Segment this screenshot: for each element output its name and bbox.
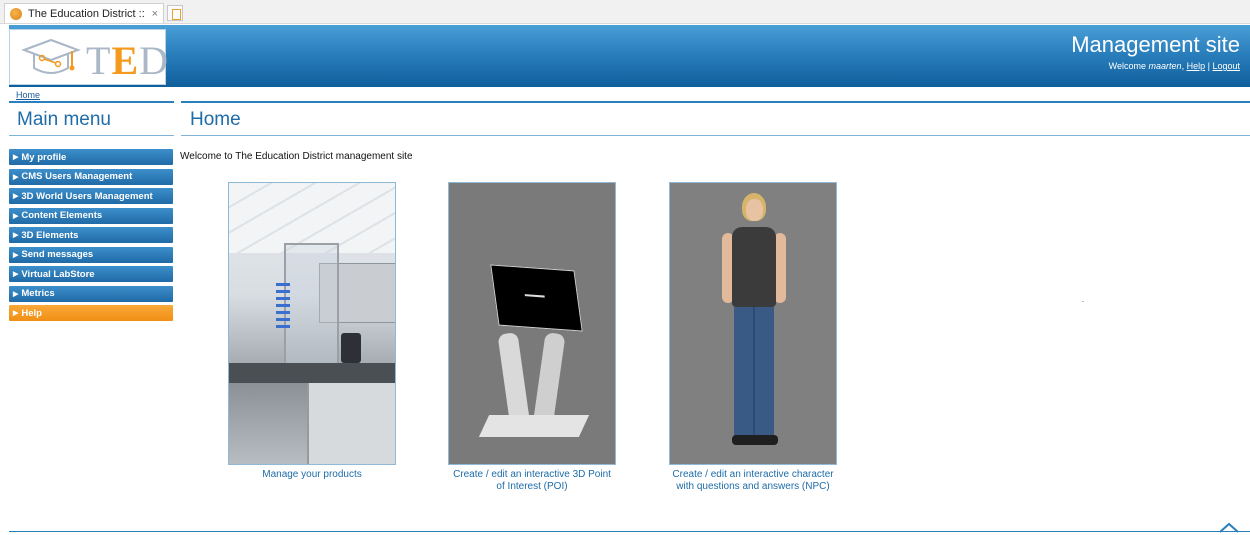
menu-item-metrics[interactable]: ▶ Metrics [9, 285, 173, 302]
menu-top-rule [9, 101, 174, 103]
card-caption[interactable]: Manage your products [228, 469, 396, 481]
site-header: TED Management site Welcome maarten, Hel… [9, 25, 1250, 87]
card-npc[interactable]: Create / edit an interactive character wi… [669, 182, 837, 493]
menu-item-send-messages[interactable]: ▶ Send messages [9, 246, 173, 263]
separator: | [1207, 61, 1210, 71]
menu-item-help[interactable]: ▶ Help [9, 305, 173, 321]
arrow-right-icon: ▶ [13, 290, 19, 298]
arrow-right-icon: ▶ [13, 271, 19, 278]
browser-tab[interactable]: The Education District :: Ma... × [4, 3, 164, 23]
menu-item-my-profile[interactable]: ▶ My profile [9, 149, 173, 165]
main-menu: ▶ My profile ▶ CMS Users Management ▶ 3D Wo… [9, 149, 173, 325]
ted-logo[interactable]: TED [9, 29, 170, 85]
arrow-right-icon: ▶ [13, 212, 19, 220]
welcome-bar: Welcome maarten, Help | Logout [1108, 61, 1240, 71]
kiosk-stand-image[interactable] [448, 182, 616, 465]
arrow-right-icon: ▶ [13, 154, 19, 161]
npc-character-image[interactable] [669, 182, 837, 465]
menu-item-3d-elements[interactable]: ▶ 3D Elements [9, 227, 173, 243]
help-link[interactable]: Help [1187, 61, 1206, 71]
arrow-right-icon: ▶ [13, 251, 19, 259]
welcome-prefix: Welcome [1108, 61, 1149, 71]
welcome-text: Welcome to The Education District manage… [180, 151, 413, 162]
menu-item-content-elements[interactable]: ▶ Content Elements [9, 207, 173, 224]
main-menu-title: Main menu [17, 109, 111, 130]
arrow-right-icon: ▶ [13, 193, 19, 200]
menu-bottom-rule [9, 135, 174, 136]
close-tab-icon[interactable]: × [152, 8, 158, 20]
menu-item-cms-users-management[interactable]: ▶ CMS Users Management [9, 168, 173, 185]
browser-tab-title: The Education District :: Ma... [28, 7, 148, 20]
menu-item-virtual-labstore[interactable]: ▶ Virtual LabStore [9, 266, 173, 282]
content-bottom-rule [181, 135, 1250, 136]
favicon-icon [10, 7, 22, 20]
arrow-right-icon: ▶ [13, 232, 19, 239]
arrow-right-icon: ▶ [13, 310, 19, 317]
logout-link[interactable]: Logout [1212, 61, 1240, 71]
scroll-to-top-icon[interactable] [1219, 521, 1239, 533]
card-manage-products[interactable]: Manage your products [228, 182, 396, 481]
browser-tab-strip: The Education District :: Ma... × [0, 0, 1250, 24]
card-caption[interactable]: Create / edit an interactive 3D Point of … [448, 469, 616, 493]
laboratory-image[interactable] [228, 182, 396, 465]
menu-item-3d-world-users-management[interactable]: ▶ 3D World Users Management [9, 188, 173, 204]
graduation-cap-icon [21, 38, 81, 74]
logo-wordmark: TED [86, 38, 170, 83]
footer-rule [9, 531, 1250, 532]
content-top-rule [181, 101, 1250, 103]
card-poi[interactable]: Create / edit an interactive 3D Point of … [448, 182, 616, 493]
microscope-icon [341, 333, 361, 363]
breadcrumb-home[interactable]: Home [16, 90, 40, 100]
username: maarten [1148, 61, 1182, 71]
decorative-dot [1082, 301, 1084, 302]
card-caption[interactable]: Create / edit an interactive character wi… [669, 469, 837, 493]
site-title: Management site [1071, 32, 1240, 57]
arrow-right-icon: ▶ [13, 173, 19, 181]
page-title: Home [190, 109, 241, 130]
new-tab-icon[interactable] [167, 5, 183, 21]
